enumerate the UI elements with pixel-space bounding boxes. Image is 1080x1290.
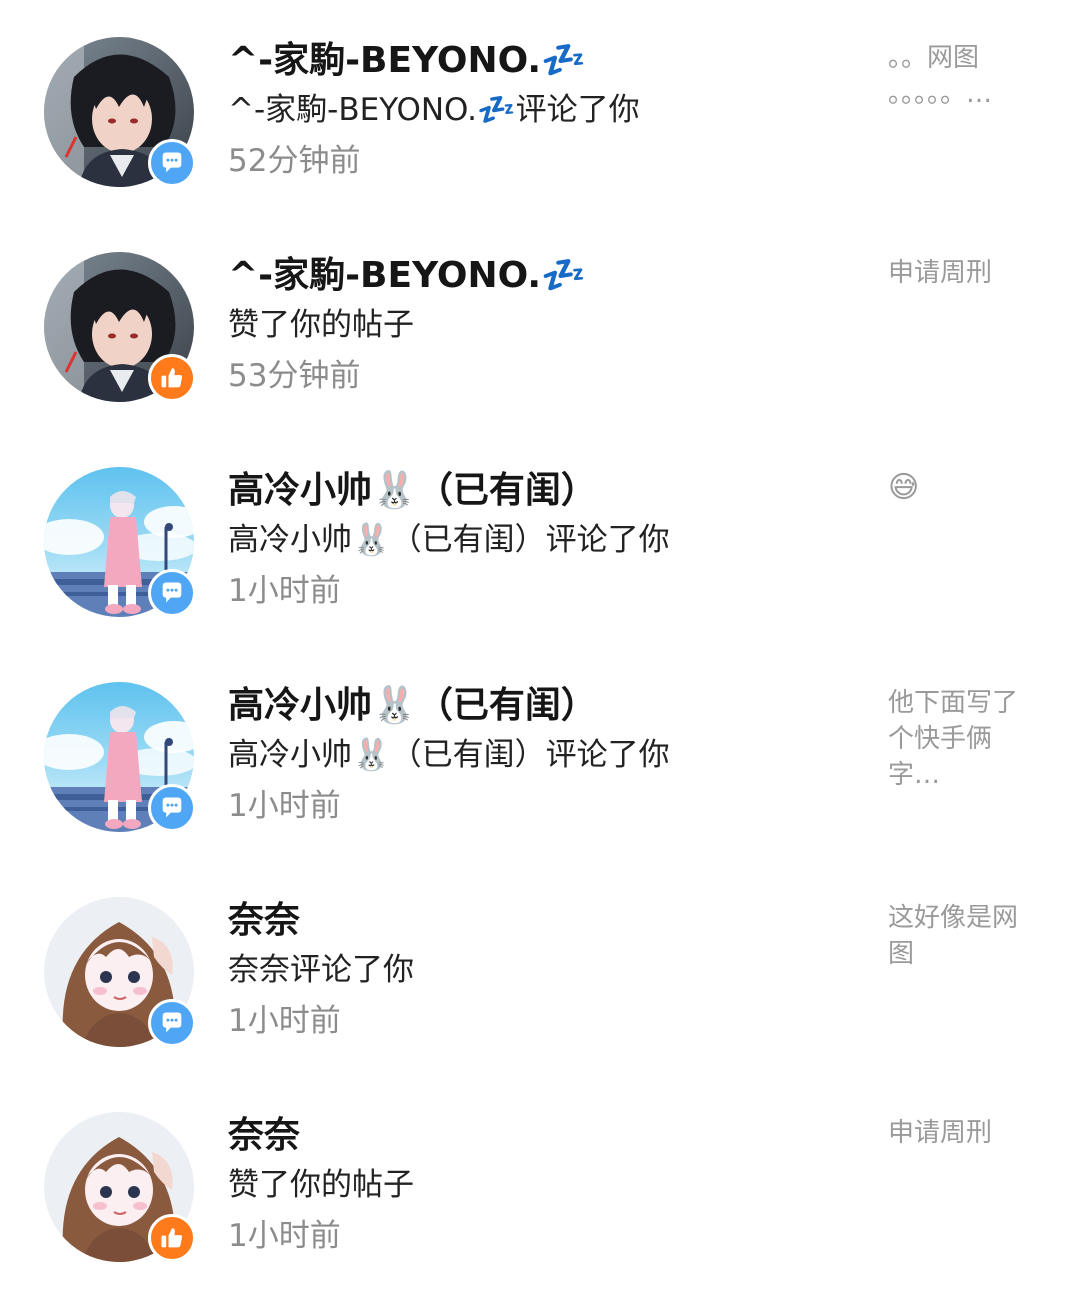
- thumbs-up-icon: [148, 354, 196, 402]
- timestamp: 1小时前: [228, 1003, 341, 1039]
- user-name[interactable]: 高冷小帅🐰（已有闺）: [228, 683, 597, 729]
- timestamp: 1小时前: [228, 1218, 341, 1254]
- notification-item[interactable]: 奈奈 奈奈评论了你 1小时前 这好像是网图: [0, 860, 1080, 1075]
- post-preview[interactable]: 申请周刑: [888, 1115, 1038, 1151]
- timestamp: 1小时前: [228, 573, 341, 609]
- post-preview[interactable]: 这好像是网图: [888, 900, 1038, 972]
- comment-icon: [148, 139, 196, 187]
- notification-item[interactable]: 高冷小帅🐰（已有闺） 高冷小帅🐰（已有闺）评论了你 1小时前 他下面写了个快手俩…: [0, 645, 1080, 860]
- timestamp: 1小时前: [228, 788, 341, 824]
- user-name[interactable]: ^-家駒-BEYONO.💤: [228, 38, 586, 84]
- avatar[interactable]: [44, 1112, 196, 1262]
- notification-text: 高冷小帅🐰（已有闺）评论了你: [228, 522, 670, 558]
- user-name[interactable]: 奈奈: [228, 898, 300, 944]
- notification-item[interactable]: ^-家駒-BEYONO.💤 赞了你的帖子 53分钟前 申请周刑: [0, 215, 1080, 430]
- timestamp: 52分钟前: [228, 143, 361, 179]
- notification-text: ^-家駒-BEYONO.💤评论了你: [228, 92, 640, 128]
- user-name[interactable]: 奈奈: [228, 1113, 300, 1159]
- comment-icon: [148, 999, 196, 1047]
- notification-text: 奈奈评论了你: [228, 952, 414, 988]
- post-preview[interactable]: 他下面写了个快手俩字…: [888, 685, 1038, 793]
- comment-icon: [148, 784, 196, 832]
- comment-icon: [148, 569, 196, 617]
- avatar[interactable]: [44, 252, 196, 402]
- post-preview[interactable]: 。。网图 。。。。。…: [888, 40, 1038, 112]
- thumbs-up-icon: [148, 1214, 196, 1262]
- post-preview[interactable]: 申请周刑: [888, 255, 1038, 291]
- avatar[interactable]: [44, 467, 196, 617]
- notification-text: 高冷小帅🐰（已有闺）评论了你: [228, 737, 670, 773]
- user-name[interactable]: ^-家駒-BEYONO.💤: [228, 253, 586, 299]
- notification-item[interactable]: 高冷小帅🐰（已有闺） 高冷小帅🐰（已有闺）评论了你 1小时前 😅: [0, 430, 1080, 645]
- avatar[interactable]: [44, 682, 196, 832]
- notification-list: ^-家駒-BEYONO.💤 ^-家駒-BEYONO.💤评论了你 52分钟前 。。…: [0, 0, 1080, 1268]
- avatar[interactable]: [44, 897, 196, 1047]
- avatar[interactable]: [44, 37, 196, 187]
- notification-text: 赞了你的帖子: [228, 1167, 414, 1203]
- notification-text: 赞了你的帖子: [228, 307, 414, 343]
- post-preview[interactable]: 😅: [888, 470, 1038, 506]
- user-name[interactable]: 高冷小帅🐰（已有闺）: [228, 468, 597, 514]
- notification-item[interactable]: 奈奈 赞了你的帖子 1小时前 申请周刑: [0, 1075, 1080, 1290]
- timestamp: 53分钟前: [228, 358, 361, 394]
- notification-item[interactable]: ^-家駒-BEYONO.💤 ^-家駒-BEYONO.💤评论了你 52分钟前 。。…: [0, 0, 1080, 215]
